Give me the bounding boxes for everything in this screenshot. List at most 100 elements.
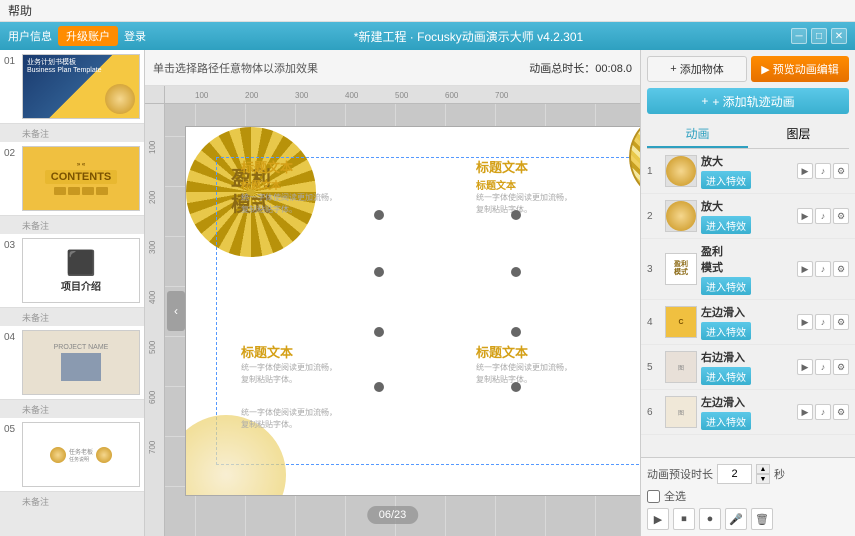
anim-ctrl-settings[interactable]: ⚙ — [833, 314, 849, 330]
add-animation-button[interactable]: + + 添加轨迹动画 — [647, 88, 849, 114]
anim-enter-button[interactable]: 进入特效 — [701, 367, 751, 385]
body-text-1: 统一字体使阅读更加流畅，复制粘贴字体。 — [241, 192, 351, 216]
menu-bar: 帮助 — [0, 0, 855, 22]
body-text-3: 统一字体使阅读更加流畅，复制粘贴字体。 — [241, 362, 351, 386]
handle-dot[interactable] — [374, 327, 384, 337]
select-all-checkbox[interactable] — [647, 490, 660, 503]
spin-down[interactable]: ▼ — [756, 474, 770, 484]
anim-ctrl-settings[interactable]: ⚙ — [833, 163, 849, 179]
slide-item[interactable]: 03 ⬛ 项目介绍 — [0, 234, 144, 308]
anim-ctrl-audio[interactable]: ♪ — [815, 359, 831, 375]
menu-help[interactable]: 帮助 — [8, 2, 32, 19]
anim-enter-button[interactable]: 进入特效 — [701, 322, 751, 340]
duration-label: 动画预设时长 — [647, 466, 713, 482]
nav-arrow-left[interactable]: ‹ — [167, 291, 185, 331]
slide-item[interactable]: 04 PROJECT NAME — [0, 326, 144, 400]
handle-dot[interactable] — [511, 382, 521, 392]
play-button[interactable]: ▶ — [647, 508, 669, 530]
upgrade-button[interactable]: 升级账户 — [58, 26, 118, 46]
spin-up[interactable]: ▲ — [756, 464, 770, 474]
anim-ctrl-audio[interactable]: ♪ — [815, 261, 831, 277]
main-layout: 01 业务计划书模板Business Plan Template 未备注 02 … — [0, 50, 855, 536]
anim-enter-button[interactable]: 进入特效 — [701, 277, 751, 295]
record-button[interactable]: ● — [699, 508, 721, 530]
anim-ctrl-settings[interactable]: ⚙ — [833, 359, 849, 375]
slide-item[interactable]: 05 任务老板任务说明 — [0, 418, 144, 492]
add-item-button[interactable]: + 添加物体 — [647, 56, 747, 82]
title-text-1: 标题文本 — [241, 157, 293, 176]
ruler-corner — [145, 86, 165, 104]
svg-text:200: 200 — [245, 91, 259, 100]
anim-ctrl-video[interactable]: ▶ — [797, 404, 813, 420]
canvas-area[interactable]: 100 200 300 400 500 600 700 100 200 300 … — [145, 86, 640, 536]
bottom-controls: 动画预设时长 ▲ ▼ 秒 全选 ▶ ⏹ ● 🎤 🗑 — [641, 457, 855, 536]
slide-thumbnail: PROJECT NAME — [22, 330, 140, 395]
anim-ctrl-audio[interactable]: ♪ — [815, 163, 831, 179]
slide-number: 03 — [4, 240, 22, 251]
svg-text:700: 700 — [495, 91, 509, 100]
svg-text:100: 100 — [148, 140, 157, 154]
anim-enter-button[interactable]: 进入特效 — [701, 216, 751, 234]
anim-ctrl-audio[interactable]: ♪ — [815, 404, 831, 420]
anim-ctrl-video[interactable]: ▶ — [797, 261, 813, 277]
anim-controls: ▶ ♪ ⚙ — [797, 314, 849, 330]
stop-button[interactable]: ⏹ — [673, 508, 695, 530]
minimize-button[interactable]: ─ — [791, 28, 807, 44]
mic-button[interactable]: 🎤 — [725, 508, 747, 530]
anim-controls: ▶ ♪ ⚙ — [797, 208, 849, 224]
tab-layer[interactable]: 图层 — [748, 120, 849, 148]
slide-note: 未备注 — [0, 126, 144, 142]
slide-number: 04 — [4, 332, 22, 343]
slide-number: 01 — [4, 56, 22, 67]
anim-name: 盈利模式 — [701, 243, 793, 275]
animation-list: 1 放大 进入特效 ▶ ♪ ⚙ 2 — [641, 149, 855, 457]
select-all-row: 全选 — [647, 488, 849, 504]
login-text[interactable]: 登录 — [124, 28, 146, 44]
anim-thumbnail: C — [665, 306, 697, 338]
anim-ctrl-video[interactable]: ▶ — [797, 314, 813, 330]
handle-dot[interactable] — [511, 327, 521, 337]
handle-dot[interactable] — [511, 267, 521, 277]
svg-text:700: 700 — [148, 440, 157, 454]
handle-dot[interactable] — [374, 267, 384, 277]
anim-info: 放大 进入特效 — [701, 153, 793, 189]
handle-dot[interactable] — [374, 382, 384, 392]
close-button[interactable]: ✕ — [831, 28, 847, 44]
slide-thumbnail: 任务老板任务说明 — [22, 422, 140, 487]
anim-ctrl-settings[interactable]: ⚙ — [833, 261, 849, 277]
anim-thumbnail: 图 — [665, 396, 697, 428]
slide-item[interactable]: 02 » « CONTENTS — [0, 142, 144, 216]
svg-text:500: 500 — [148, 340, 157, 354]
slide-inner: 标题文本 标题文本 标题文本 标题文本 标题文本 — [186, 127, 640, 495]
anim-ctrl-settings[interactable]: ⚙ — [833, 404, 849, 420]
handle-dot[interactable] — [374, 210, 384, 220]
svg-text:500: 500 — [395, 91, 409, 100]
body-text-4: 统一字体使阅读更加流畅，复制粘贴字体。 — [476, 362, 586, 386]
maximize-button[interactable]: □ — [811, 28, 827, 44]
anim-ctrl-video[interactable]: ▶ — [797, 163, 813, 179]
anim-ctrl-video[interactable]: ▶ — [797, 359, 813, 375]
anim-ctrl-audio[interactable]: ♪ — [815, 314, 831, 330]
anim-enter-button[interactable]: 进入特效 — [701, 412, 751, 430]
deco-sphere-top-right — [629, 126, 640, 202]
svg-text:300: 300 — [148, 240, 157, 254]
preview-button[interactable]: ▶ 预览动画编辑 — [751, 56, 849, 82]
anim-number: 6 — [647, 407, 661, 418]
anim-thumbnail: 图 — [665, 351, 697, 383]
twitch-icon: ⬛ — [66, 249, 96, 278]
window-title: *新建工程 · Focusky动画演示大师 v4.2.301 — [146, 28, 791, 45]
duration-input[interactable] — [717, 464, 752, 484]
handle-dot[interactable] — [511, 210, 521, 220]
anim-ctrl-audio[interactable]: ♪ — [815, 208, 831, 224]
delete-button[interactable]: 🗑 — [751, 508, 773, 530]
anim-name: 放大 — [701, 153, 793, 169]
slide-item[interactable]: 01 业务计划书模板Business Plan Template — [0, 50, 144, 124]
anim-ctrl-video[interactable]: ▶ — [797, 208, 813, 224]
anim-enter-button[interactable]: 进入特效 — [701, 171, 751, 189]
right-panel: + 添加物体 ▶ 预览动画编辑 + + 添加轨迹动画 动画 图层 1 — [640, 50, 855, 536]
add-icon: + — [670, 63, 676, 75]
slide-note: 未备注 — [0, 310, 144, 326]
anim-info: 盈利模式 进入特效 — [701, 243, 793, 295]
tab-animation[interactable]: 动画 — [647, 120, 748, 148]
anim-ctrl-settings[interactable]: ⚙ — [833, 208, 849, 224]
